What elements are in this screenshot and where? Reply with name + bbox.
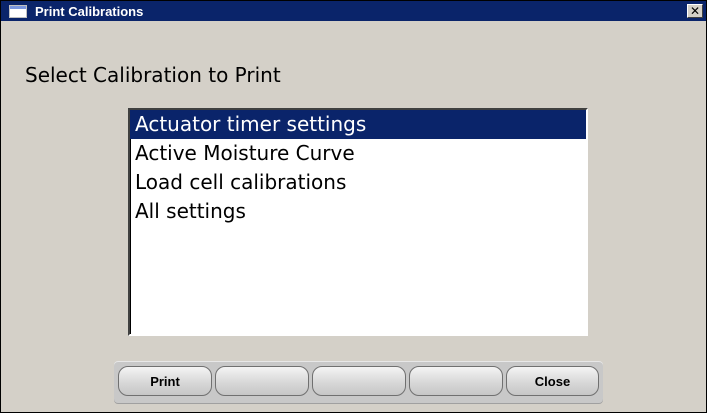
select-calibration-label: Select Calibration to Print	[25, 63, 281, 87]
title-bar[interactable]: Print Calibrations ✕	[1, 1, 706, 21]
list-item-active-moisture-curve[interactable]: Active Moisture Curve	[130, 139, 586, 168]
print-button[interactable]: Print	[118, 366, 212, 396]
function-key-3-button[interactable]	[312, 366, 406, 396]
function-key-4-button[interactable]	[409, 366, 503, 396]
close-icon[interactable]: ✕	[687, 4, 703, 18]
function-key-bar: Print Close	[114, 361, 603, 403]
window-icon	[9, 4, 27, 18]
close-button[interactable]: Close	[506, 366, 599, 396]
list-item-all-settings[interactable]: All settings	[130, 197, 586, 226]
list-item-load-cell-calibrations[interactable]: Load cell calibrations	[130, 168, 586, 197]
list-item-actuator-timer-settings[interactable]: Actuator timer settings	[130, 110, 586, 139]
print-calibrations-dialog: Print Calibrations ✕ Select Calibration …	[0, 0, 707, 413]
calibration-listbox[interactable]: Actuator timer settings Active Moisture …	[128, 108, 588, 336]
function-key-2-button[interactable]	[215, 366, 309, 396]
window-title: Print Calibrations	[35, 3, 144, 19]
